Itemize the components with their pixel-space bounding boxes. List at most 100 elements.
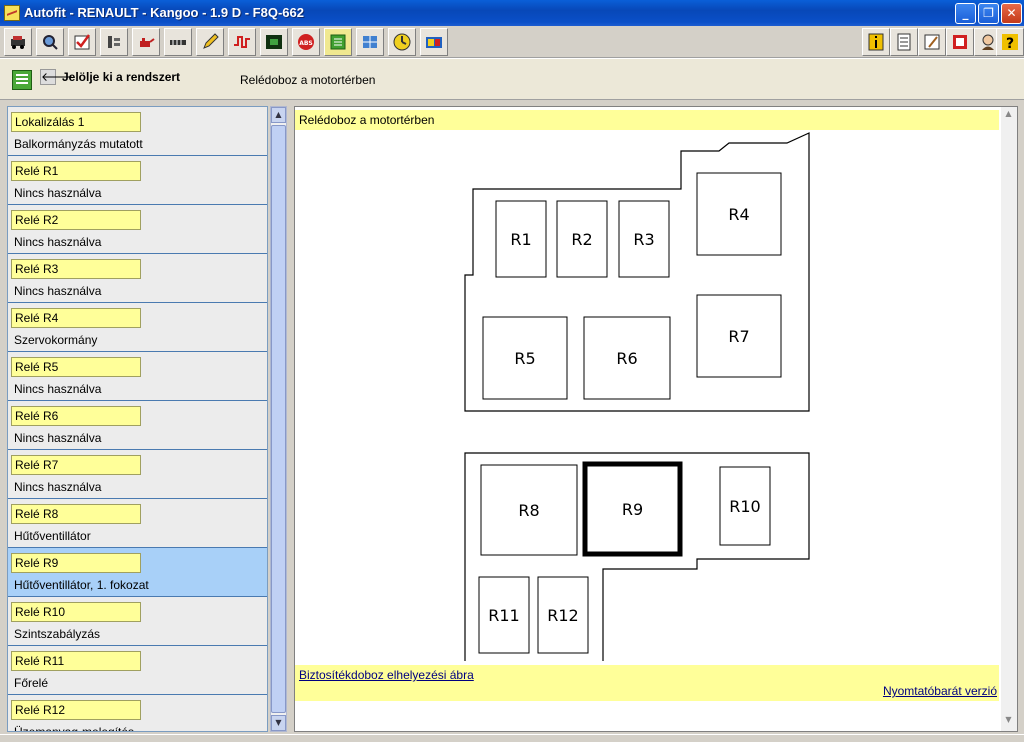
fuse-box-location-link[interactable]: Biztosítékdoboz elhelyezési ábra [299, 668, 474, 682]
main-scrollbar[interactable]: ▲ ▼ [1001, 107, 1017, 731]
relay-list-item[interactable]: Relé R2 Nincs használva [8, 205, 267, 254]
abs-button[interactable]: ABS [292, 28, 320, 56]
relay-r4-label: R4 [728, 205, 749, 224]
relay-list-item[interactable]: Relé R12 Üzemanyag-melegítés [8, 695, 267, 732]
document-button[interactable] [890, 28, 918, 56]
window-title: Autofit - RENAULT - Kangoo - 1.9 D - F8Q… [24, 5, 304, 20]
oil-can-icon [140, 38, 155, 47]
vehicle-icon [11, 36, 25, 49]
relay-item-description: Szervokormány [14, 333, 98, 347]
relay-item-description: Hűtőventillátor, 1. fokozat [14, 578, 149, 592]
relay-r2-label: R2 [571, 230, 592, 249]
scroll-up-button[interactable]: ▲ [271, 107, 286, 123]
scroll-thumb[interactable] [271, 125, 286, 713]
back-button[interactable]: 🡐 Jelölje ki a rendszert [40, 69, 180, 85]
relay-item-description: Nincs használva [14, 480, 102, 494]
relay-item-label: Relé R1 [11, 161, 141, 181]
relay-item-label: Relé R3 [11, 259, 141, 279]
relay-box-icon [12, 70, 32, 90]
checklist-icon [74, 34, 91, 50]
signal-icon [234, 36, 250, 48]
info-icon [868, 33, 884, 51]
diagram-button[interactable] [356, 28, 384, 56]
timer-icon [393, 33, 411, 51]
notepad-button[interactable] [918, 28, 946, 56]
relay-item-label: Relé R10 [11, 602, 141, 622]
toolbar: ABS ? [0, 26, 1024, 58]
relay-item-description: Nincs használva [14, 186, 102, 200]
relay-list-item[interactable]: Relé R10 Szintszabályzás [8, 597, 267, 646]
relay-list-item[interactable]: Lokalizálás 1 Balkormányzás mutatott [8, 107, 267, 156]
relay-item-label: Relé R11 [11, 651, 141, 671]
relay-list-item[interactable]: Relé R11 Főrelé [8, 646, 267, 695]
minimize-button[interactable]: _ [955, 3, 976, 24]
relay-item-label: Relé R12 [11, 700, 141, 720]
print-version-link[interactable]: Nyomtatóbarát verzió [883, 684, 997, 698]
relay-box-button[interactable] [324, 28, 352, 56]
relay-r11-label: R11 [488, 606, 519, 625]
relay-box-icon [330, 34, 346, 50]
gauge-button[interactable] [164, 28, 192, 56]
pencil-icon [203, 33, 219, 49]
relay-list-item[interactable]: Relé R3 Nincs használva [8, 254, 267, 303]
relay-list-item[interactable]: Relé R7 Nincs használva [8, 450, 267, 499]
relay-list-scrollbar[interactable]: ▲ ▼ [270, 106, 287, 732]
main-content: Relédoboz a motortérben R1 R2 R3 R4 R5 R6 R7 R8… [294, 106, 1018, 732]
back-label: Jelölje ki a rendszert [62, 70, 181, 84]
relay-list-item[interactable]: Relé R4 Szervokormány [8, 303, 267, 352]
relay-list-item[interactable]: Relé R8 Hűtőventillátor [8, 499, 267, 548]
relay-item-description: Nincs használva [14, 431, 102, 445]
oil-button[interactable] [132, 28, 160, 56]
relay-item-description: Üzemanyag-melegítés [14, 725, 135, 732]
relay-list-item[interactable]: Relé R1 Nincs használva [8, 156, 267, 205]
main-scroll-down-button[interactable]: ▼ [1001, 713, 1016, 729]
signal-button[interactable] [228, 28, 256, 56]
battery-button[interactable] [420, 28, 448, 56]
tools-button[interactable] [100, 28, 128, 56]
info-button[interactable] [862, 28, 890, 56]
relay-r8-label: R8 [518, 501, 539, 520]
diagram-title: Relédoboz a motortérben [295, 110, 999, 130]
relay-list-item[interactable]: Relé R6 Nincs használva [8, 401, 267, 450]
close-button[interactable]: ✕ [1001, 3, 1022, 24]
relay-item-label: Relé R4 [11, 308, 141, 328]
help-button[interactable]: ? [996, 28, 1024, 56]
warning-button[interactable] [946, 28, 974, 56]
relay-item-description: Nincs használva [14, 235, 102, 249]
inspect-icon [43, 35, 58, 50]
restore-button[interactable]: ❐ [978, 3, 999, 24]
relay-r3-label: R3 [633, 230, 654, 249]
relay-item-label: Relé R7 [11, 455, 141, 475]
help-icon: ? [1002, 34, 1018, 51]
relay-item-label: Lokalizálás 1 [11, 112, 141, 132]
relay-item-description: Balkormányzás mutatott [14, 137, 143, 151]
relay-item-label: Relé R2 [11, 210, 141, 230]
relay-item-label: Relé R5 [11, 357, 141, 377]
svg-text:?: ? [1006, 36, 1014, 51]
relay-list-item[interactable]: Relé R5 Nincs használva [8, 352, 267, 401]
edit-button[interactable] [196, 28, 224, 56]
relay-item-label: Relé R6 [11, 406, 141, 426]
breadcrumb: Relédoboz a motortérben [240, 73, 376, 87]
warning-icon [953, 35, 967, 49]
title-bar: Autofit - RENAULT - Kangoo - 1.9 D - F8Q… [0, 0, 1024, 26]
circuit-button[interactable] [260, 28, 288, 56]
relay-r12-label: R12 [547, 606, 578, 625]
relay-box-diagram: R1 R2 R3 R4 R5 R6 R7 R8 R9 R10 R11 R12 [464, 132, 810, 661]
vehicle-button[interactable] [4, 28, 32, 56]
diagram-icon [363, 36, 377, 48]
relay-r5-label: R5 [514, 349, 535, 368]
timer-button[interactable] [388, 28, 416, 56]
document-icon [897, 33, 911, 51]
relay-item-description: Nincs használva [14, 284, 102, 298]
status-bar [0, 734, 1024, 742]
relay-r9-label: R9 [622, 500, 643, 519]
abs-icon: ABS [298, 34, 314, 50]
scroll-down-button[interactable]: ▼ [271, 715, 286, 731]
inspect-button[interactable] [36, 28, 64, 56]
back-arrow-icon: 🡐 [40, 69, 74, 85]
relay-list-item[interactable]: Relé R9 Hűtőventillátor, 1. fokozat [8, 548, 267, 597]
navigation-bar: 🡐 Jelölje ki a rendszert Relédoboz a mot… [0, 58, 1024, 100]
checklist-button[interactable] [68, 28, 96, 56]
main-scroll-up-button[interactable]: ▲ [1001, 107, 1016, 123]
